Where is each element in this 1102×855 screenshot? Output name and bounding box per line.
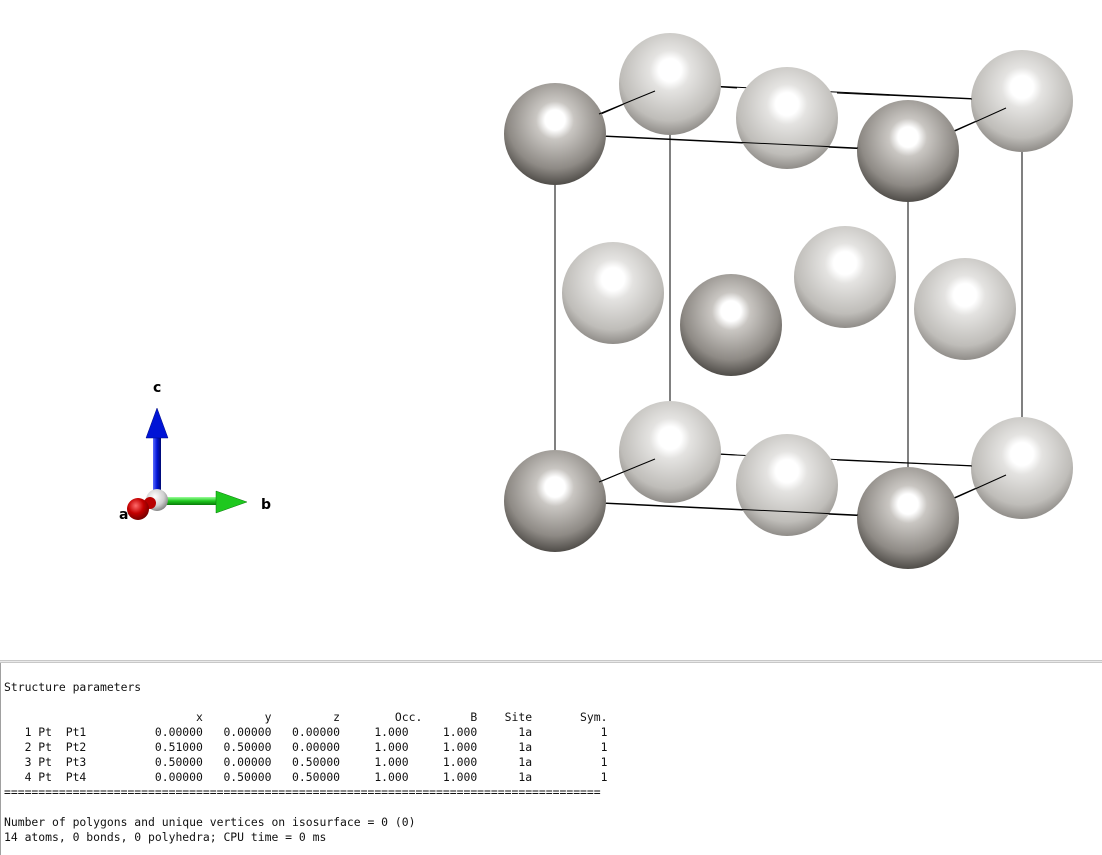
- atoms[interactable]: [504, 33, 1073, 569]
- b-axis-label: b: [261, 497, 271, 513]
- b-axis-arrowhead: [215, 490, 248, 514]
- atom-pt[interactable]: [504, 450, 606, 552]
- atom-pt[interactable]: [971, 417, 1073, 519]
- atom-pt[interactable]: [562, 242, 664, 344]
- cell-edge: [836, 92, 973, 100]
- atom-pt[interactable]: [736, 434, 838, 536]
- atom-pt[interactable]: [914, 258, 1016, 360]
- output-log-panel[interactable]: Structure parameters x y z Occ. B Site S…: [0, 663, 1102, 855]
- atom-pt[interactable]: [619, 401, 721, 503]
- structure-canvas[interactable]: c b a: [0, 0, 1102, 660]
- c-axis-label: c: [153, 380, 161, 396]
- atom-pt[interactable]: [736, 67, 838, 169]
- atom-pt[interactable]: [619, 33, 721, 135]
- a-axis-arrowhead: [127, 498, 149, 520]
- axis-triad: c b a: [119, 380, 271, 523]
- output-log-text: Structure parameters x y z Occ. B Site S…: [4, 680, 608, 844]
- atom-pt[interactable]: [971, 50, 1073, 152]
- b-axis-shaft: [160, 497, 218, 505]
- c-axis-shaft: [153, 436, 161, 496]
- c-axis-arrowhead: [145, 407, 169, 439]
- atom-pt[interactable]: [857, 467, 959, 569]
- a-axis-label: a: [119, 507, 128, 523]
- structure-viewport[interactable]: c b a: [0, 0, 1102, 660]
- atom-pt[interactable]: [794, 226, 896, 328]
- atom-pt[interactable]: [504, 83, 606, 185]
- atom-pt[interactable]: [857, 100, 959, 202]
- atom-pt[interactable]: [680, 274, 782, 376]
- cell-edge: [836, 459, 973, 467]
